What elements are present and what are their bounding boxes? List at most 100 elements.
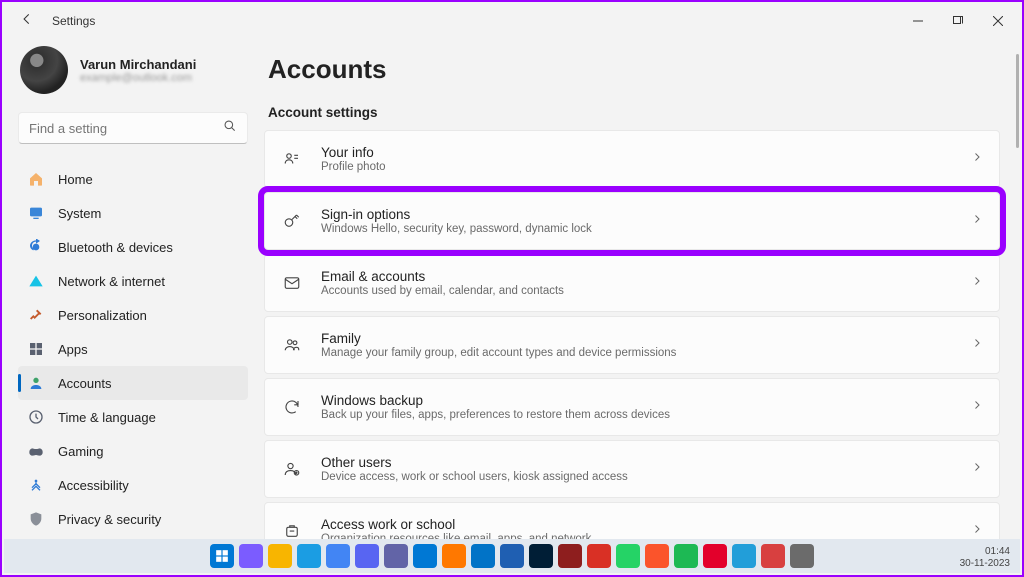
card-icon <box>281 150 303 168</box>
minimize-button[interactable] <box>898 8 938 34</box>
nav-icon <box>28 205 44 221</box>
nav-item-gaming[interactable]: Gaming <box>18 434 248 468</box>
nav-label: Home <box>58 172 93 187</box>
maximize-button[interactable] <box>938 8 978 34</box>
nav-item-personalization[interactable]: Personalization <box>18 298 248 332</box>
search-input[interactable] <box>29 121 223 136</box>
nav-icon <box>28 375 44 391</box>
nav-icon <box>28 307 44 323</box>
taskbar-app-icon[interactable] <box>384 544 408 568</box>
nav-icon <box>28 273 44 289</box>
card-icon <box>281 212 303 230</box>
card-icon <box>281 274 303 292</box>
card-title: Email & accounts <box>321 269 971 284</box>
card-title: Family <box>321 331 971 346</box>
nav-icon <box>28 409 44 425</box>
card-windows-backup[interactable]: Windows backupBack up your files, apps, … <box>264 378 1000 436</box>
nav-label: Gaming <box>58 444 104 459</box>
chevron-right-icon <box>971 336 983 354</box>
taskbar-app-icon[interactable] <box>529 544 553 568</box>
nav-icon <box>28 443 44 459</box>
card-title: Access work or school <box>321 517 971 532</box>
nav-item-apps[interactable]: Apps <box>18 332 248 366</box>
taskbar-app-icon[interactable] <box>471 544 495 568</box>
nav-item-accounts[interactable]: Accounts <box>18 366 248 400</box>
nav-label: Bluetooth & devices <box>58 240 173 255</box>
taskbar-app-icon[interactable] <box>732 544 756 568</box>
close-button[interactable] <box>978 8 1018 34</box>
chevron-right-icon <box>971 274 983 292</box>
card-subtitle: Windows Hello, security key, password, d… <box>321 223 971 235</box>
nav-icon <box>28 171 44 187</box>
nav-label: Time & language <box>58 410 156 425</box>
nav-item-time-language[interactable]: Time & language <box>18 400 248 434</box>
chevron-right-icon <box>971 460 983 478</box>
taskbar-app-icon[interactable] <box>674 544 698 568</box>
taskbar: 01:44 30-11-2023 <box>4 539 1020 573</box>
taskbar-app-icon[interactable] <box>297 544 321 568</box>
card-title: Other users <box>321 455 971 470</box>
taskbar-app-icon[interactable] <box>645 544 669 568</box>
nav-label: System <box>58 206 101 221</box>
taskbar-app-icon[interactable] <box>790 544 814 568</box>
nav-item-privacy-security[interactable]: Privacy & security <box>18 502 248 536</box>
taskbar-app-icon[interactable] <box>268 544 292 568</box>
nav-label: Accessibility <box>58 478 129 493</box>
chevron-right-icon <box>971 212 983 230</box>
nav-item-network-internet[interactable]: Network & internet <box>18 264 248 298</box>
card-your-info[interactable]: Your infoProfile photo <box>264 130 1000 188</box>
taskbar-app-icon[interactable] <box>326 544 350 568</box>
card-subtitle: Accounts used by email, calendar, and co… <box>321 285 971 297</box>
taskbar-app-icon[interactable] <box>413 544 437 568</box>
taskbar-app-icon[interactable] <box>703 544 727 568</box>
cards-list: Your infoProfile photoSign-in optionsWin… <box>264 130 1000 542</box>
sidebar: Varun Mirchandani example@outlook.com Ho… <box>2 40 258 542</box>
nav-icon <box>28 511 44 527</box>
taskbar-app-icon[interactable] <box>761 544 785 568</box>
card-family[interactable]: FamilyManage your family group, edit acc… <box>264 316 1000 374</box>
nav-item-accessibility[interactable]: Accessibility <box>18 468 248 502</box>
taskbar-app-icon[interactable] <box>558 544 582 568</box>
nav-label: Network & internet <box>58 274 165 289</box>
avatar <box>20 46 68 94</box>
card-sign-in-options[interactable]: Sign-in optionsWindows Hello, security k… <box>264 192 1000 250</box>
card-access-work-or-school[interactable]: Access work or schoolOrganization resour… <box>264 502 1000 542</box>
window-title: Settings <box>52 14 95 28</box>
chevron-right-icon <box>971 398 983 416</box>
search-icon <box>223 119 237 138</box>
back-icon[interactable] <box>20 12 34 31</box>
card-email-accounts[interactable]: Email & accountsAccounts used by email, … <box>264 254 1000 312</box>
card-title: Your info <box>321 145 971 160</box>
taskbar-app-icon[interactable] <box>587 544 611 568</box>
nav-item-home[interactable]: Home <box>18 162 248 196</box>
taskbar-app-icon[interactable] <box>355 544 379 568</box>
nav-icon <box>28 239 44 255</box>
chevron-right-icon <box>971 522 983 540</box>
nav-icon <box>28 341 44 357</box>
nav-item-bluetooth-devices[interactable]: Bluetooth & devices <box>18 230 248 264</box>
profile-block[interactable]: Varun Mirchandani example@outlook.com <box>18 46 248 94</box>
taskbar-app-icon[interactable] <box>239 544 263 568</box>
section-label: Account settings <box>268 105 1000 120</box>
card-icon <box>281 460 303 478</box>
card-subtitle: Device access, work or school users, kio… <box>321 471 971 483</box>
taskbar-app-icon[interactable] <box>442 544 466 568</box>
main-content: Accounts Account settings Your infoProfi… <box>258 40 1022 542</box>
titlebar: Settings <box>2 2 1022 40</box>
taskbar-app-icon[interactable] <box>616 544 640 568</box>
chevron-right-icon <box>971 150 983 168</box>
card-icon <box>281 336 303 354</box>
taskbar-app-icon[interactable] <box>500 544 524 568</box>
card-other-users[interactable]: Other usersDevice access, work or school… <box>264 440 1000 498</box>
page-title: Accounts <box>268 54 1000 85</box>
taskbar-clock[interactable]: 01:44 30-11-2023 <box>960 546 1010 570</box>
taskbar-app-icon[interactable] <box>210 544 234 568</box>
scrollbar-thumb[interactable] <box>1016 54 1019 148</box>
nav-label: Privacy & security <box>58 512 161 527</box>
nav-item-system[interactable]: System <box>18 196 248 230</box>
nav-icon <box>28 477 44 493</box>
card-icon <box>281 398 303 416</box>
card-title: Windows backup <box>321 393 971 408</box>
search-box[interactable] <box>18 112 248 144</box>
card-subtitle: Back up your files, apps, preferences to… <box>321 409 971 421</box>
